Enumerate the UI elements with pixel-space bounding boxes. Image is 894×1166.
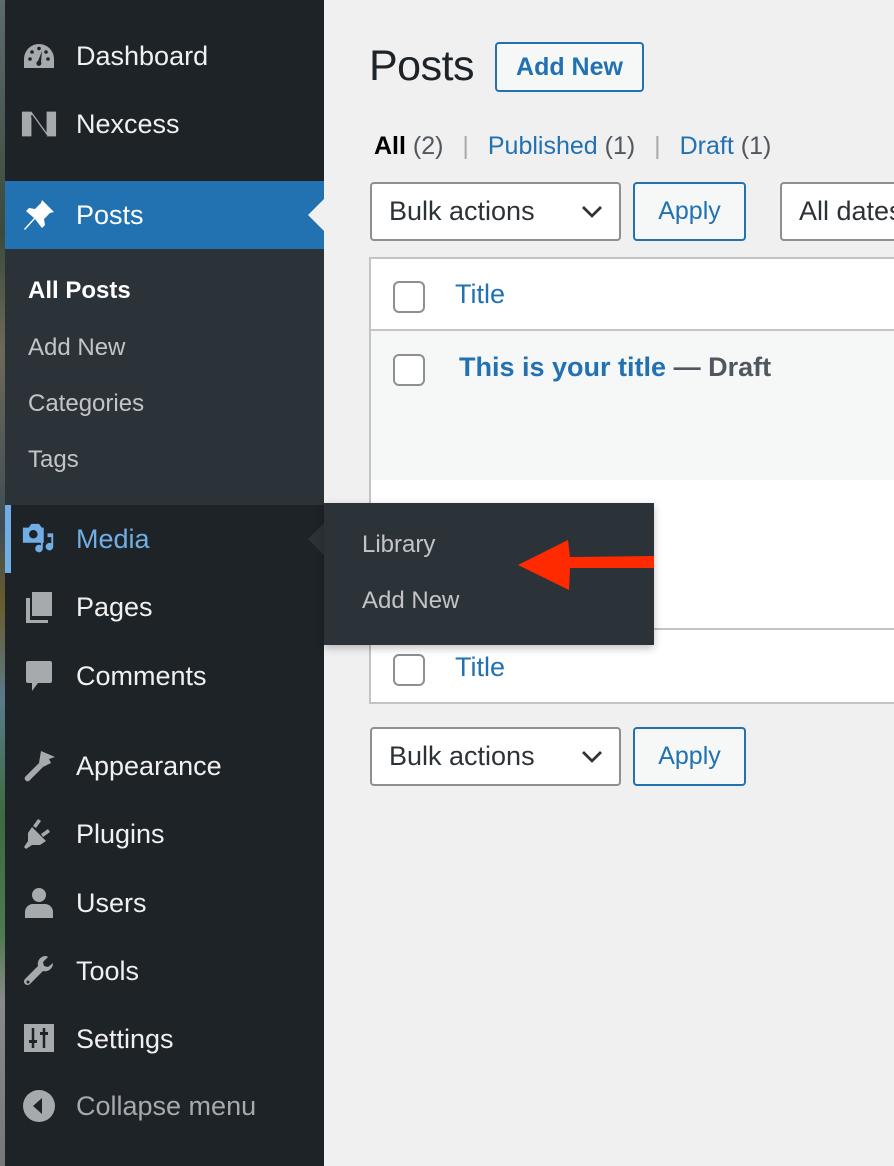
separator: | [654, 132, 661, 160]
collapse-arrow-icon [21, 1088, 57, 1124]
sidebar-label: Dashboard [76, 40, 209, 71]
plug-icon [21, 816, 57, 852]
sidebar-label: Settings [76, 1023, 174, 1054]
red-arrow-annotation-icon [518, 540, 654, 590]
bulk-actions-value: Bulk actions [389, 196, 535, 226]
sidebar-item-settings[interactable]: Settings [5, 1005, 324, 1073]
filter-all[interactable]: All [374, 132, 406, 160]
apply-button-top[interactable]: Apply [633, 182, 746, 241]
apply-button-bottom[interactable]: Apply [633, 727, 746, 786]
chevron-down-icon [581, 739, 603, 770]
sidebar-item-plugins[interactable]: Plugins [5, 800, 324, 868]
sidebar-label: Tools [76, 955, 140, 986]
post-state: — Draft [673, 352, 772, 382]
pages-icon [21, 589, 57, 625]
select-all-checkbox-footer[interactable] [393, 654, 425, 686]
post-status-filters: All (2) | Published (1) | Draft (1) [374, 132, 771, 161]
paintbrush-icon [21, 748, 57, 784]
filter-draft[interactable]: Draft [680, 132, 734, 160]
sidebar-item-comments[interactable]: Comments [5, 642, 324, 710]
submenu-add-new[interactable]: Add New [28, 334, 125, 362]
bulk-actions-select-bottom[interactable]: Bulk actions [370, 727, 621, 786]
dates-filter-select[interactable]: All dates [780, 182, 894, 241]
dashboard-icon [21, 38, 57, 74]
sidebar-item-media[interactable]: Media [5, 505, 324, 573]
sidebar-label: Appearance [76, 750, 222, 781]
sidebar-item-users[interactable]: Users [5, 869, 324, 937]
flyout-item-library[interactable]: Library [362, 531, 435, 559]
filter-all-count: (2) [412, 132, 444, 160]
submenu-tags[interactable]: Tags [28, 446, 79, 474]
column-title-sort-footer[interactable]: Title [455, 652, 505, 683]
row-checkbox[interactable] [393, 354, 425, 386]
filter-published[interactable]: Published [488, 132, 598, 160]
collapse-menu-button[interactable]: Collapse menu [5, 1072, 324, 1140]
sidebar-label: Pages [76, 591, 153, 622]
add-new-post-button[interactable]: Add New [495, 42, 644, 92]
sidebar-label: Collapse menu [76, 1090, 257, 1121]
nexcess-logo-icon [21, 106, 57, 142]
select-all-checkbox[interactable] [393, 281, 425, 313]
pushpin-icon [21, 197, 57, 233]
flyout-item-add-new[interactable]: Add New [362, 587, 459, 615]
sidebar-item-pages[interactable]: Pages [5, 573, 324, 641]
separator: | [462, 132, 469, 160]
bulk-actions-value: Bulk actions [389, 741, 535, 771]
sidebar-item-appearance[interactable]: Appearance [5, 732, 324, 800]
admin-sidebar: Dashboard Nexcess Posts All Posts Add Ne… [5, 0, 324, 1166]
column-title-sort[interactable]: Title [455, 279, 505, 310]
sidebar-label: Plugins [76, 818, 165, 849]
dates-filter-value: All dates [799, 196, 894, 226]
bulk-actions-select-top[interactable]: Bulk actions [370, 182, 621, 241]
submenu-categories[interactable]: Categories [28, 390, 144, 418]
sidebar-label: Comments [76, 660, 207, 691]
sidebar-item-posts[interactable]: Posts [5, 181, 324, 249]
sidebar-label: Nexcess [76, 108, 180, 139]
filter-draft-count: (1) [740, 132, 772, 160]
comment-bubble-icon [21, 658, 57, 694]
user-icon [21, 885, 57, 921]
sidebar-label: Media [76, 523, 150, 554]
posts-submenu: All Posts Add New Categories Tags [5, 249, 324, 505]
media-icon [21, 521, 57, 557]
table-row: This is your title — Draft [371, 331, 894, 480]
submenu-all-posts[interactable]: All Posts [28, 277, 131, 305]
post-title-link[interactable]: This is your title [459, 352, 666, 382]
post-title-cell: This is your title — Draft [459, 352, 771, 383]
sidebar-item-nexcess[interactable]: Nexcess [5, 90, 324, 158]
sidebar-label: Posts [76, 199, 144, 230]
chevron-down-icon [581, 194, 603, 225]
sidebar-label: Users [76, 887, 147, 918]
table-header: Title [371, 259, 894, 331]
page-title: Posts [369, 42, 475, 90]
filter-published-count: (1) [604, 132, 636, 160]
wrench-icon [21, 953, 57, 989]
sidebar-item-tools[interactable]: Tools [5, 937, 324, 1005]
sidebar-item-dashboard[interactable]: Dashboard [5, 22, 324, 90]
sliders-icon [21, 1021, 57, 1057]
